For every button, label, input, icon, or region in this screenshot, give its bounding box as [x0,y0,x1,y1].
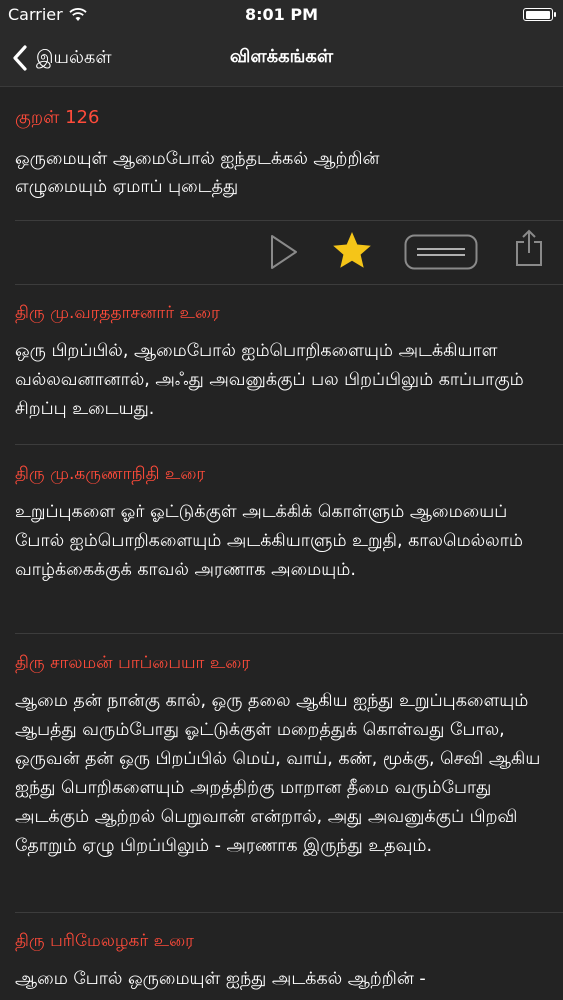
commentary-text: ஆமை தன் நான்கு கால், ஒரு தலை ஆகிய ஐந்து … [15,691,541,856]
divider [15,284,563,285]
commentary-author: திரு மு.கருணாநிதி உரை [15,464,206,484]
battery-level [525,10,550,19]
divider [15,220,563,221]
divider [15,444,563,445]
battery-icon [523,8,556,21]
commentary-block: திரு பரிமேலழகர் உரை ஆமை போல் ஒருமையுள் ஐ… [15,931,550,994]
star-icon[interactable] [331,230,373,272]
status-time: 8:01 PM [244,5,318,24]
page-title: விளக்கங்கள் [229,46,334,67]
commentary-author: திரு பரிமேலழகர் உரை [15,931,194,951]
share-icon[interactable] [514,228,544,268]
commentary-author: திரு சாலமன் பாப்பையா உரை [15,653,251,673]
text-size-icon[interactable] [404,234,478,270]
commentary-block: திரு மு.வரததாசனார் உரை ஒரு பிறப்பில், ஆம… [15,303,550,424]
commentary-text: ஆமை போல் ஒருமையுள் ஐந்து அடக்கல் ஆற்றின்… [15,969,426,989]
kural-verse: ஒருமையுள் ஆமைபோல் ஐந்தடக்கல் ஆற்றின் எழு… [15,145,545,201]
kural-line-1: ஒருமையுள் ஆமைபோல் ஐந்தடக்கல் ஆற்றின் [15,149,380,169]
commentary-text: உறுப்புகளை ஓர் ஓட்டுக்குள் அடக்கிக் கொள்… [15,502,523,580]
commentary-author: திரு மு.வரததாசனார் உரை [15,303,220,323]
navigation-bar: இயல்கள் விளக்கங்கள் [0,30,563,87]
divider [15,912,563,913]
kural-number: குறள் 126 [15,107,100,128]
commentary-text: ஒரு பிறப்பில், ஆமைபோல் ஐம்பொறிகளையும் அட… [15,341,524,419]
divider [15,633,563,634]
status-bar: Carrier 8:01 PM [0,0,563,30]
commentary-block: திரு மு.கருணாநிதி உரை உறுப்புகளை ஓர் ஓட்… [15,464,550,585]
play-icon[interactable] [268,232,300,272]
action-toolbar [0,224,563,284]
commentary-block: திரு சாலமன் பாப்பையா உரை ஆமை தன் நான்கு … [15,653,550,861]
kural-line-2: எழுமையும் ஏமாப் புடைத்து [15,177,239,197]
